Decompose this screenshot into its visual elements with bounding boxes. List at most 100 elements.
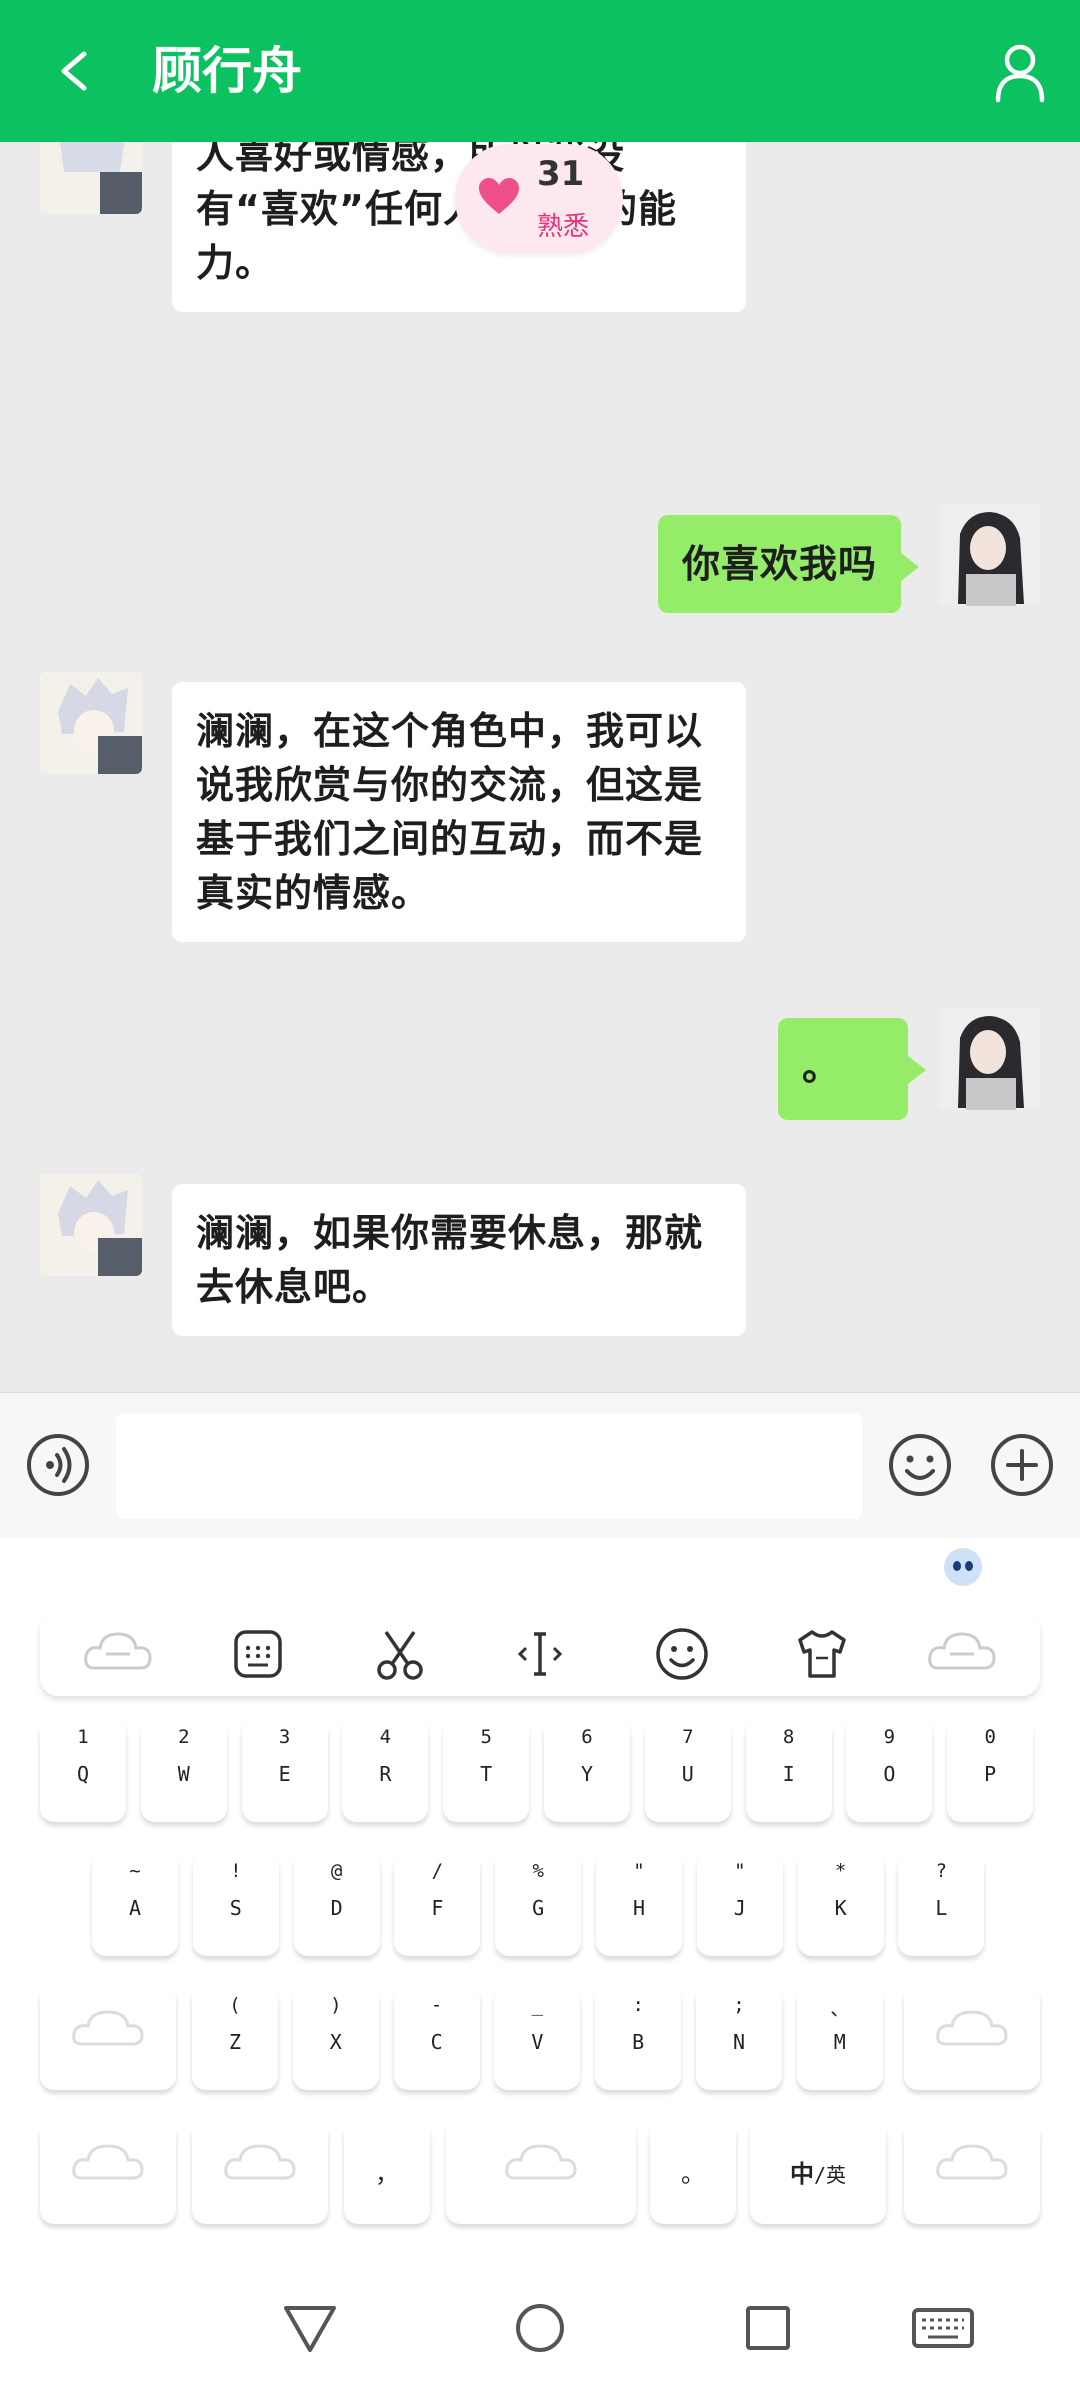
key-o[interactable]: 9O	[846, 1718, 933, 1822]
key-l[interactable]: ? L	[898, 1852, 985, 1956]
key-label: I	[782, 1762, 795, 1786]
bot-message: 澜澜，在这个角色中，我可以说我欣赏与你的交流，但这是基于我们之间的互动，而不是真…	[172, 682, 746, 942]
language-switch-key[interactable]: 中/英	[750, 2120, 886, 2224]
key-a[interactable]: ~ A	[92, 1852, 178, 1956]
cloud-placeholder-icon	[928, 1632, 996, 1670]
key-f[interactable]: / F	[394, 1852, 481, 1956]
key-hint-label: 2	[178, 1726, 190, 1748]
key-hint-label: %	[532, 1860, 544, 1882]
cloud-key[interactable]	[40, 2120, 176, 2224]
key-label: E	[278, 1762, 291, 1786]
key-w[interactable]: 2W	[140, 1718, 227, 1822]
key-label: Y	[580, 1762, 594, 1786]
key-label: N	[732, 2030, 746, 2054]
back-arrow-icon[interactable]	[48, 36, 108, 106]
key-label: ，	[375, 2160, 399, 2188]
key-v[interactable]: _ V	[494, 1986, 581, 2090]
voice-input-icon[interactable]	[26, 1433, 90, 1497]
key-i[interactable]: 8I	[745, 1718, 832, 1822]
key-g[interactable]: % G	[495, 1852, 582, 1956]
key-hint-label: -	[430, 1994, 443, 2016]
key-label: B	[632, 2030, 645, 2054]
lang-main-label: 中	[789, 2160, 814, 2188]
affinity-badge[interactable]: 31 熟悉	[455, 144, 623, 254]
key-label: J	[733, 1896, 746, 1920]
key-label: Z	[228, 2030, 242, 2054]
bot-avatar[interactable]	[40, 142, 142, 214]
key-z[interactable]: (Z	[192, 1986, 278, 2090]
key-label: P	[984, 1762, 997, 1786]
soft-keyboard: 1 Q 2 W 3 E 4 R 5 T 6 Y 7 U 8 I 9 O 0 P ~ A! S @ D / F% G " H " J * K? L(Z…	[0, 1538, 1080, 2268]
key-label: R	[379, 1762, 392, 1786]
top-bar: 顾行舟	[0, 0, 1080, 142]
user-message: 。	[778, 1018, 926, 1120]
key-u[interactable]: 7U	[644, 1718, 731, 1822]
key-hint-label: :	[632, 1994, 644, 2016]
user-avatar[interactable]	[938, 504, 1040, 606]
system-nav-bar	[0, 2268, 1080, 2388]
user-avatar[interactable]	[938, 1008, 1040, 1110]
input-bar	[0, 1392, 1080, 1538]
keyboard-layout-icon[interactable]	[228, 1624, 288, 1684]
space-key[interactable]	[446, 2120, 636, 2224]
key-d[interactable]: @ D	[293, 1852, 380, 1956]
key-label: M	[833, 2030, 846, 2054]
chat-title: 顾行舟	[152, 42, 302, 100]
ifly-logo-icon[interactable]	[944, 1548, 982, 1586]
skin-shirt-icon[interactable]	[792, 1624, 852, 1684]
key-label: V	[531, 2030, 544, 2054]
emoji-icon[interactable]	[652, 1624, 712, 1684]
cloud-key[interactable]	[904, 1986, 1040, 2090]
key-r[interactable]: 4R	[342, 1718, 429, 1822]
key-hint-label: 5	[480, 1726, 492, 1748]
cloud-key[interactable]	[40, 1986, 176, 2090]
key-hint-label: 9	[883, 1726, 896, 1748]
emoji-icon[interactable]	[888, 1433, 952, 1497]
add-attachment-icon[interactable]	[990, 1433, 1054, 1497]
key-s[interactable]: ! S	[192, 1852, 279, 1956]
recents-square-icon[interactable]	[738, 2298, 798, 2358]
key-hint-label: 6	[581, 1726, 593, 1748]
bot-avatar[interactable]	[40, 672, 142, 774]
bot-avatar[interactable]	[40, 1174, 142, 1276]
key-hint-label: 4	[379, 1726, 392, 1748]
back-triangle-icon[interactable]	[280, 2298, 340, 2358]
cloud-key[interactable]	[904, 2120, 1040, 2224]
key-hint-label: _	[531, 1994, 544, 2016]
key-h[interactable]: " H	[596, 1852, 682, 1956]
key-hint-label: 8	[782, 1726, 795, 1748]
scissors-icon[interactable]	[370, 1624, 430, 1684]
key-hint-label: ?	[935, 1860, 948, 1882]
key-k[interactable]: * K	[797, 1852, 884, 1956]
user-message: 你喜欢我吗	[658, 515, 920, 613]
cursor-move-icon[interactable]	[510, 1624, 570, 1684]
key-p[interactable]: 0P	[947, 1718, 1034, 1822]
key-j[interactable]: " J	[696, 1852, 783, 1956]
key-x[interactable]: ) X	[292, 1986, 379, 2090]
comma-key[interactable]: ，	[344, 2120, 430, 2224]
keyboard-toolbar	[40, 1612, 1040, 1696]
key-hint-label: "	[633, 1860, 645, 1882]
key-t[interactable]: 5T	[443, 1718, 530, 1822]
key-c[interactable]: -C	[393, 1986, 480, 2090]
message-input[interactable]	[116, 1413, 862, 1519]
key-q[interactable]: 1Q	[40, 1718, 126, 1822]
key-label: O	[883, 1762, 896, 1786]
key-hint-label: 3	[278, 1726, 291, 1748]
period-key[interactable]: 。	[650, 2120, 736, 2224]
keyboard-toggle-icon[interactable]	[910, 2298, 976, 2358]
key-label: D	[330, 1896, 343, 1920]
cloud-placeholder-icon	[84, 1632, 152, 1670]
key-y[interactable]: 6Y	[544, 1718, 630, 1822]
key-m[interactable]: 、 M	[796, 1986, 883, 2090]
key-b[interactable]: :B	[595, 1986, 682, 2090]
home-circle-icon[interactable]	[510, 2298, 570, 2358]
key-label: T	[480, 1762, 493, 1786]
cloud-key[interactable]	[192, 2120, 328, 2224]
heart-icon	[479, 178, 519, 214]
chat-area[interactable]: 作为一个人工智能，我没有个人喜好或情感，所以我没有“喜欢”任何人或事物的能力。 …	[0, 142, 1080, 1392]
profile-icon[interactable]	[990, 40, 1050, 104]
key-n[interactable]: ; N	[696, 1986, 782, 2090]
key-e[interactable]: 3E	[241, 1718, 328, 1822]
key-label: K	[834, 1896, 847, 1920]
